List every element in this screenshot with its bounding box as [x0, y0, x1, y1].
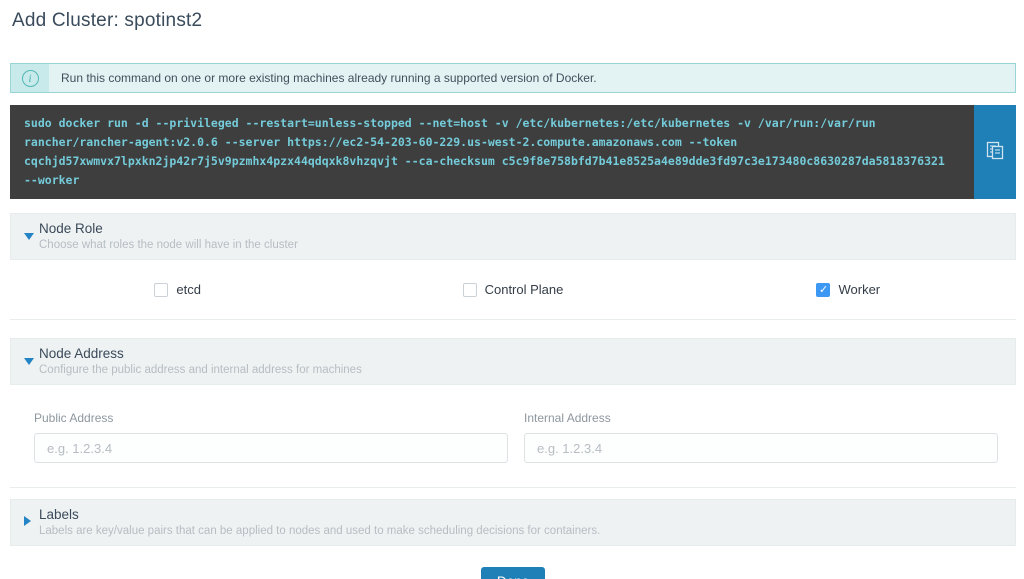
- etcd-checkbox-item[interactable]: etcd: [154, 282, 201, 297]
- labels-subtitle: Labels are key/value pairs that can be a…: [39, 525, 1001, 537]
- add-cluster-page: Add Cluster: spotinst2 Run this command …: [10, 0, 1016, 579]
- worker-checkbox[interactable]: [816, 283, 830, 297]
- internal-address-input[interactable]: [524, 433, 998, 463]
- public-address-input[interactable]: [34, 433, 508, 463]
- internal-address-label: Internal Address: [524, 411, 998, 425]
- public-address-label: Public Address: [34, 411, 508, 425]
- role-col-control-plane: Control Plane: [345, 282, 680, 297]
- chevron-right-icon: [24, 516, 31, 526]
- node-address-subtitle: Configure the public address and interna…: [39, 364, 1001, 376]
- node-role-section: Node Role Choose what roles the node wil…: [10, 213, 1016, 320]
- labels-section: Labels Labels are key/value pairs that c…: [10, 499, 1016, 546]
- banner-icon-cell: [11, 64, 49, 92]
- docker-command-text: sudo docker run -d --privileged --restar…: [10, 105, 974, 199]
- node-address-title: Node Address: [39, 346, 1001, 361]
- banner-message: Run this command on one or more existing…: [49, 64, 597, 92]
- docker-command-block: sudo docker run -d --privileged --restar…: [10, 105, 1016, 199]
- etcd-checkbox[interactable]: [154, 283, 168, 297]
- docker-instruction-banner: Run this command on one or more existing…: [10, 63, 1016, 93]
- internal-address-group: Internal Address: [524, 411, 998, 463]
- role-col-etcd: etcd: [10, 282, 345, 297]
- node-address-section: Node Address Configure the public addres…: [10, 338, 1016, 488]
- node-role-subtitle: Choose what roles the node will have in …: [39, 239, 1001, 251]
- worker-checkbox-item[interactable]: Worker: [816, 282, 880, 297]
- control-plane-checkbox[interactable]: [463, 283, 477, 297]
- worker-checkbox-label: Worker: [838, 282, 880, 297]
- role-col-worker: Worker: [681, 282, 1016, 297]
- etcd-checkbox-label: etcd: [176, 282, 201, 297]
- node-role-section-header[interactable]: Node Role Choose what roles the node wil…: [10, 213, 1016, 260]
- page-title: Add Cluster: spotinst2: [12, 10, 1016, 32]
- labels-title: Labels: [39, 507, 1001, 522]
- done-button[interactable]: Done: [481, 567, 545, 579]
- info-circle-icon: [22, 70, 39, 87]
- node-address-fields: Public Address Internal Address: [10, 385, 1016, 488]
- chevron-down-icon: [24, 358, 34, 365]
- clipboard-copy-icon: [984, 140, 1006, 165]
- control-plane-checkbox-item[interactable]: Control Plane: [463, 282, 564, 297]
- node-role-options: etcd Control Plane Worker: [10, 260, 1016, 320]
- node-address-section-header[interactable]: Node Address Configure the public addres…: [10, 338, 1016, 385]
- footer-actions: Done: [10, 567, 1016, 579]
- node-role-title: Node Role: [39, 221, 1001, 236]
- control-plane-checkbox-label: Control Plane: [485, 282, 564, 297]
- public-address-group: Public Address: [34, 411, 508, 463]
- chevron-down-icon: [24, 233, 34, 240]
- labels-section-header[interactable]: Labels Labels are key/value pairs that c…: [10, 499, 1016, 546]
- copy-command-button[interactable]: [974, 105, 1016, 199]
